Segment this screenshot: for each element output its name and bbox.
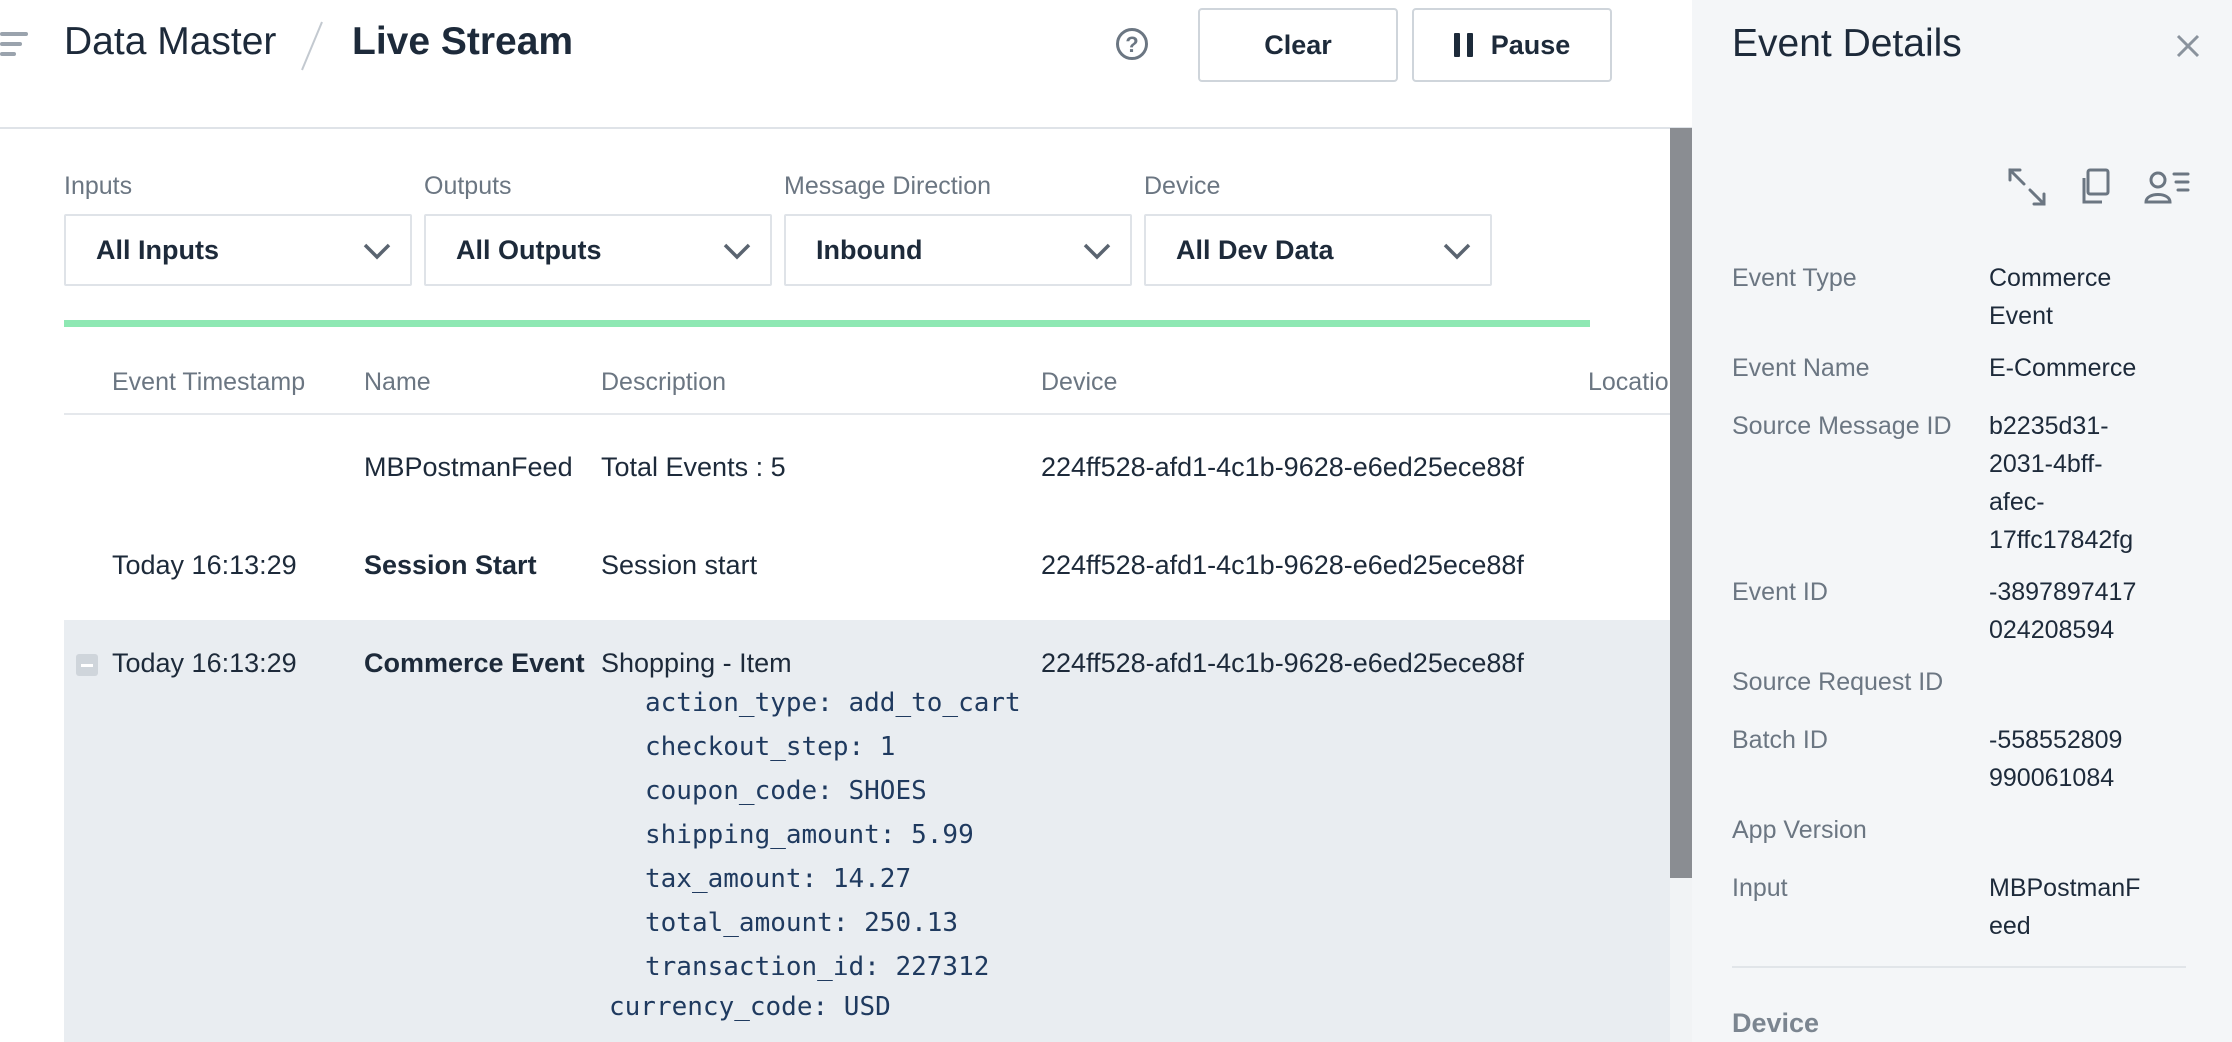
collapse-icon[interactable] bbox=[76, 654, 98, 676]
field-label-event-name: Event Name bbox=[1732, 354, 1870, 382]
row-device: 224ff528-afd1-4c1b-9628-e6ed25ece88f bbox=[1041, 648, 1524, 678]
row-description: Shopping - Item bbox=[601, 648, 792, 678]
close-icon[interactable] bbox=[2174, 32, 2202, 60]
row-name: Commerce Event bbox=[364, 648, 585, 678]
table-header-divider bbox=[64, 413, 1670, 415]
column-header-name[interactable]: Name bbox=[364, 368, 431, 397]
column-header-timestamp[interactable]: Event Timestamp bbox=[112, 368, 305, 397]
column-header-description[interactable]: Description bbox=[601, 368, 726, 397]
field-label-batch-id: Batch ID bbox=[1732, 726, 1828, 754]
column-header-device[interactable]: Device bbox=[1041, 368, 1117, 397]
row-name: MBPostmanFeed bbox=[364, 452, 573, 482]
field-label-event-id: Event ID bbox=[1732, 578, 1828, 606]
row-device: 224ff528-afd1-4c1b-9628-e6ed25ece88f bbox=[1041, 452, 1524, 482]
event-attribute: checkout_step: 1 bbox=[645, 732, 896, 762]
copy-icon[interactable] bbox=[2074, 164, 2120, 210]
event-attribute: transaction_id: 227312 bbox=[645, 952, 990, 982]
row-timestamp: Today 16:13:29 bbox=[112, 550, 297, 580]
field-label-source-message-id: Source Message ID bbox=[1732, 412, 1952, 440]
field-label-event-type: Event Type bbox=[1732, 264, 1857, 292]
field-label-app-version: App Version bbox=[1732, 816, 1867, 844]
event-attribute: shipping_amount: 5.99 bbox=[645, 820, 974, 850]
event-table: Event Timestamp Name Description Device … bbox=[0, 0, 1670, 1042]
field-value-input: MBPostmanF eed bbox=[1989, 874, 2141, 940]
event-attribute: action_type: add_to_cart bbox=[645, 688, 1021, 718]
panel-title: Event Details bbox=[1732, 22, 1962, 65]
field-value-event-type: Commerce Event bbox=[1989, 264, 2112, 330]
row-description: Total Events : 5 bbox=[601, 452, 786, 482]
table-scrollbar[interactable] bbox=[1670, 128, 1692, 1042]
user-list-icon[interactable] bbox=[2144, 164, 2190, 210]
row-timestamp: Today 16:13:29 bbox=[112, 648, 297, 678]
scrollbar-thumb[interactable] bbox=[1670, 128, 1692, 878]
row-description: Session start bbox=[601, 550, 758, 580]
expand-icon[interactable] bbox=[2004, 164, 2050, 210]
field-label-source-request-id: Source Request ID bbox=[1732, 668, 1944, 696]
row-name: Session Start bbox=[364, 550, 537, 580]
field-label-input: Input bbox=[1732, 874, 1788, 902]
row-device: 224ff528-afd1-4c1b-9628-e6ed25ece88f bbox=[1041, 550, 1524, 580]
event-attribute: tax_amount: 14.27 bbox=[645, 864, 912, 894]
field-value-event-name: E-Commerce bbox=[1989, 354, 2137, 382]
event-attribute: currency_code: USD bbox=[609, 992, 891, 1022]
panel-divider bbox=[1732, 966, 2186, 968]
field-value-event-id: -3897897417 024208594 bbox=[1989, 578, 2137, 644]
column-header-location[interactable]: Location bbox=[1588, 368, 1670, 397]
field-value-batch-id: -558552809 990061084 bbox=[1989, 726, 2123, 792]
device-section-heading[interactable]: Device bbox=[1732, 1008, 1819, 1039]
event-attribute: total_amount: 250.13 bbox=[645, 908, 959, 938]
event-attribute: coupon_code: SHOES bbox=[645, 776, 927, 806]
event-details-panel: Event Details Event Type Commerce Event … bbox=[1692, 0, 2232, 1042]
field-value-source-message-id: b2235d31- 2031-4bff- afec- 17ffc17842fg bbox=[1989, 412, 2134, 554]
